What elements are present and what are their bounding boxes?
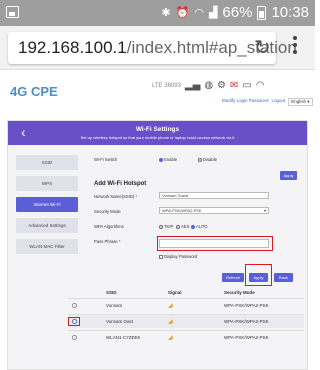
row-ssid: Vonsam	[106, 303, 123, 308]
tkip-radio[interactable]: TKIP	[159, 224, 173, 229]
checkbox-icon	[159, 254, 163, 259]
wpa-algorithms-label: WPA Algorithms	[94, 224, 124, 229]
language-select[interactable]: English ▾	[288, 98, 313, 106]
banner-title: Wi-Fi Settings	[135, 126, 180, 133]
security-mode-select[interactable]: WPA-PSK/WPA2-PSK ▾	[159, 207, 269, 214]
browser-toolbar: 192.168.100.1/index.html#ap_station ↻	[0, 26, 315, 70]
refresh-button[interactable]: Refresh	[222, 273, 244, 282]
section-title: Add Wi-Fi Hotspot	[94, 181, 147, 187]
row-security: WPA-PSK/WPA2-PSK	[224, 303, 269, 308]
col-header-signal: Signal	[168, 290, 182, 295]
enable-radio[interactable]: Enable	[159, 157, 177, 162]
url-path: /index.html#ap_station	[126, 38, 297, 57]
sidebar-item-advanced-settings[interactable]: Advanced Settings	[16, 218, 78, 233]
sidebar-item-wps[interactable]: WPS	[16, 176, 78, 191]
battery-status-icon: ▭	[242, 80, 252, 91]
globe-icon[interactable]: ◍	[204, 80, 213, 91]
wifi-settings-panel: ‹ Wi-Fi Settings Set up wireless hotspot…	[7, 120, 308, 370]
sidebar-item-internet-wifi[interactable]: Internet Wi-Fi	[16, 197, 78, 212]
wifi-signal-icon: ◢	[168, 302, 173, 309]
url-host: 192.168.100.1	[18, 38, 127, 57]
wifi-status-icon: ◠	[255, 80, 265, 91]
logo: 4G CPE	[10, 84, 58, 99]
table-row[interactable]: Vonsam ◢ WPA-PSK/WPA2-PSK	[68, 298, 304, 312]
apply-top-button[interactable]: Apply	[280, 171, 297, 180]
row-security: WPA-PSK/WPA2-PSK	[224, 319, 269, 324]
back-arrow-icon[interactable]: ‹	[21, 124, 26, 140]
alarm-icon: ⏰	[175, 6, 190, 19]
disable-radio[interactable]: Disable	[198, 157, 217, 162]
modify-password-link[interactable]: Modify Login Password	[222, 98, 269, 106]
back-button[interactable]: Back	[274, 273, 293, 282]
row-security: WPA-PSK/WPA2-PSK	[224, 335, 269, 340]
wifi-switch-label: Wi-Fi Switch	[94, 157, 118, 162]
row-radio[interactable]	[72, 335, 77, 340]
logout-link[interactable]: Logout	[272, 98, 286, 106]
status-bar: ✱ ⏰ ◠ ▟ 66% 10:38	[0, 0, 315, 26]
signal-icon: ▟	[208, 6, 218, 19]
mail-icon[interactable]: ✉	[230, 80, 238, 91]
settings-icon[interactable]: ⚙	[217, 80, 226, 91]
battery-percent: 66%	[222, 4, 253, 21]
aes-radio[interactable]: AES	[176, 224, 189, 229]
top-links: Modify Login Password Logout English ▾	[222, 98, 313, 106]
wifi-signal-icon: ◢	[168, 334, 173, 341]
apply-highlight	[245, 264, 272, 286]
network-name-label: Network Name(SSID) *	[94, 194, 138, 199]
security-mode-label: Security Mode	[94, 209, 121, 214]
sidebar-item-wlan-mac-filter[interactable]: WLAN MAC Filter	[16, 239, 78, 254]
display-password-checkbox[interactable]: Display Password	[159, 254, 197, 259]
pass-phrase-label: Pass Phrase *	[94, 239, 121, 244]
table-row[interactable]: WLAN1-C7ZEE6 ◢ WPA-PSK/WPA2-PSK	[68, 330, 304, 344]
banner-subtitle: Set up wireless hotspot so that your mob…	[80, 135, 235, 140]
gallery-icon	[6, 6, 19, 18]
battery-icon	[257, 5, 267, 20]
settings-banner: ‹ Wi-Fi Settings Set up wireless hotspot…	[8, 121, 307, 145]
signal-bars-icon: ▂▄	[184, 80, 201, 91]
auto-radio[interactable]: AUTO	[191, 224, 208, 229]
reload-icon[interactable]: ↻	[254, 35, 271, 59]
address-bar[interactable]: 192.168.100.1/index.html#ap_station ↻	[8, 32, 297, 64]
col-header-security: Security Mode	[224, 290, 255, 295]
row-ssid: Vonsam Gast	[106, 319, 134, 324]
clock: 10:38	[271, 4, 309, 21]
selected-row-highlight	[68, 317, 80, 326]
network-label: LTE 36093	[152, 82, 181, 89]
form-area: Wi-Fi Switch Enable Disable Apply Add Wi…	[68, 151, 304, 370]
kebab-menu-icon[interactable]	[293, 36, 297, 57]
col-header-ssid: SSID	[106, 290, 117, 295]
status-icons: ✱ ⏰ ◠ ▟ 66% 10:38	[161, 4, 309, 21]
dropdown-arrow-icon: ▾	[263, 208, 266, 213]
bluetooth-icon: ✱	[161, 6, 171, 19]
row-radio[interactable]	[72, 303, 77, 308]
wifi-icon: ◠	[194, 6, 204, 19]
sidebar: SSID WPS Internet Wi-Fi Advanced Setting…	[16, 155, 78, 260]
row-ssid: WLAN1-C7ZEE6	[106, 335, 141, 340]
wifi-signal-icon: ◢	[168, 318, 173, 325]
network-name-input[interactable]: Vonsam Guest	[159, 192, 269, 199]
pass-phrase-highlight	[157, 236, 273, 251]
sidebar-item-ssid[interactable]: SSID	[16, 155, 78, 170]
table-row[interactable]: Vonsam Gast ◢ WPA-PSK/WPA2-PSK	[68, 314, 304, 328]
header-status-icons: LTE 36093 ▂▄ ◍ ⚙ ✉ ▭ ◠	[152, 80, 265, 91]
web-page: 4G CPE LTE 36093 ▂▄ ◍ ⚙ ✉ ▭ ◠ Modify Log…	[0, 70, 315, 370]
